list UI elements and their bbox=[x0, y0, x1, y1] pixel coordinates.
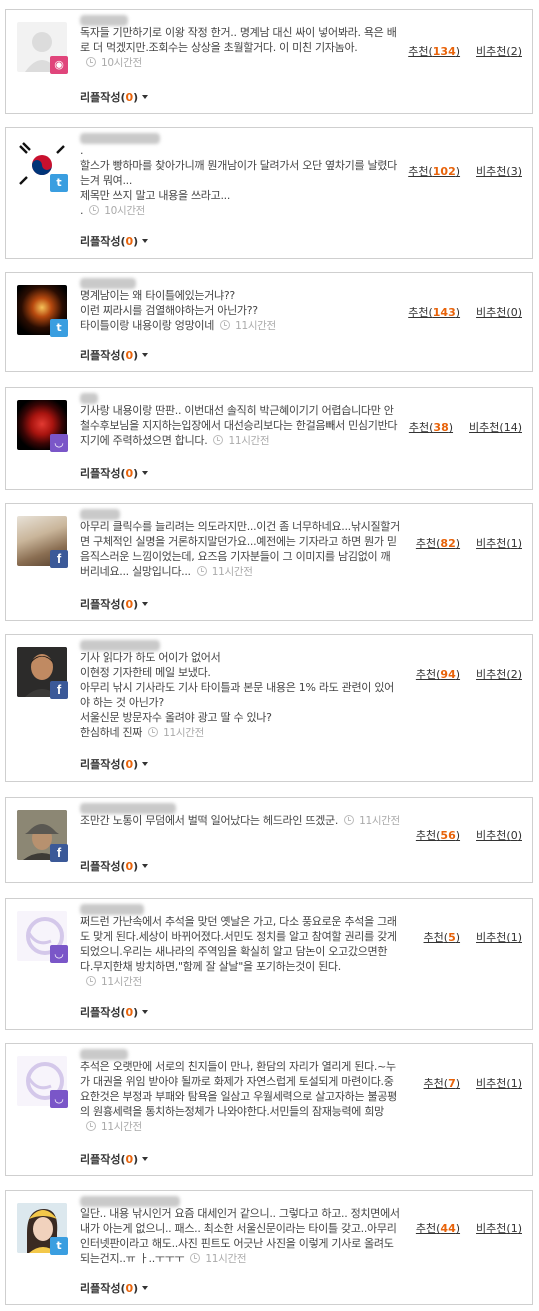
not-recommend-button[interactable]: 비추천(1) bbox=[476, 537, 522, 550]
clock-icon bbox=[86, 976, 96, 986]
reply-write-button[interactable]: 리플작성(0) bbox=[80, 89, 149, 105]
comment-time: 11시간전 bbox=[190, 1253, 247, 1265]
recommend-button[interactable]: 추천(134) bbox=[408, 45, 460, 58]
not-recommend-button[interactable]: 비추천(1) bbox=[476, 1077, 522, 1090]
vote-area: 추천(102) 비추천(3) bbox=[408, 163, 522, 179]
caret-down-icon bbox=[142, 864, 149, 868]
comment-text: 기사 읽다가 하도 어이가 없어서 이현정 기자한테 메일 보냈다. 아무리 낚… bbox=[80, 651, 394, 739]
reply-write-button[interactable]: 리플작성(0) bbox=[80, 596, 149, 612]
comment-time: 11시간전 bbox=[213, 435, 270, 447]
recommend-button[interactable]: 추천(56) bbox=[416, 829, 460, 842]
comment-time: 11시간전 bbox=[344, 815, 400, 827]
not-recommend-button[interactable]: 비추천(14) bbox=[469, 421, 522, 434]
vote-area: 추천(56) 비추천(0) bbox=[416, 827, 522, 843]
comment-text: 조만간 노통이 무덤에서 벌떡 일어났다는 헤드라인 뜨겠군. bbox=[80, 814, 339, 827]
kakao-icon: ◡ bbox=[50, 945, 68, 963]
reply-write-button[interactable]: 리플작성(0) bbox=[80, 858, 149, 874]
vote-area: 추천(38) 비추천(14) bbox=[409, 419, 522, 435]
recommend-button[interactable]: 추천(44) bbox=[416, 1222, 460, 1235]
recommend-button[interactable]: 추천(82) bbox=[416, 537, 460, 550]
comment-card: t 명계남이는 왜 타이틀에있는거냐?? 이런 찌라시를 검열해야하는거 아닌가… bbox=[5, 272, 533, 372]
comment-card: f 아무리 클릭수를 늘리려는 의도라지만...이건 좀 너무하네요...낚시질… bbox=[5, 503, 533, 621]
reply-write-button[interactable]: 리플작성(0) bbox=[80, 465, 149, 481]
not-recommend-button[interactable]: 비추천(1) bbox=[476, 931, 522, 944]
comment-card: t 일단.. 내용 낚시인거 요즘 대세인거 같으니.. 그렇다고 하고.. 정… bbox=[5, 1190, 533, 1305]
caret-down-icon bbox=[142, 1010, 149, 1014]
facebook-icon: f bbox=[50, 844, 68, 862]
comment-time: 10시간전 bbox=[89, 205, 145, 217]
comment-card: ◉ 독자들 기만하기로 이왕 작정 한거.. 명계남 대신 싸이 넣어봐라. 욕… bbox=[5, 9, 533, 114]
vote-area: 추천(44) 비추천(1) bbox=[416, 1220, 522, 1236]
reply-write-button[interactable]: 리플작성(0) bbox=[80, 233, 149, 249]
not-recommend-button[interactable]: 비추천(0) bbox=[476, 829, 522, 842]
reply-write-button[interactable]: 리플작성(0) bbox=[80, 1151, 149, 1167]
comment-card: t . 할스가 빵하마를 찾아가니깨 뭔개남이가 달려가서 오단 옆차기를 날렸… bbox=[5, 127, 533, 259]
not-recommend-button[interactable]: 비추천(2) bbox=[476, 45, 522, 58]
clock-icon bbox=[86, 57, 96, 67]
reply-write-button[interactable]: 리플작성(0) bbox=[80, 1280, 149, 1296]
comment-time: 11시간전 bbox=[86, 976, 142, 988]
comment-text: 독자들 기만하기로 이왕 작정 한거.. 명계남 대신 싸이 넣어봐라. 욕은 … bbox=[80, 26, 397, 54]
recommend-button[interactable]: 추천(102) bbox=[408, 165, 460, 178]
vote-area: 추천(94) 비추천(2) bbox=[416, 666, 522, 682]
caret-down-icon bbox=[142, 95, 149, 99]
reply-write-button[interactable]: 리플작성(0) bbox=[80, 1004, 149, 1020]
twitter-icon: t bbox=[50, 1237, 68, 1255]
clock-icon bbox=[344, 815, 355, 825]
comment-text: 추석은 오랫만에 서로의 친지들이 만나, 환담의 자리가 열리게 된다.~누가… bbox=[80, 1060, 397, 1118]
comment-card: f 조만간 노통이 무덤에서 벌떡 일어났다는 헤드라인 뜨겠군. 11시간전 리… bbox=[5, 797, 533, 883]
reply-write-button[interactable]: 리플작성(0) bbox=[80, 347, 149, 363]
comment-card: ◡ 기사랑 내용이랑 딴판.. 이번대선 솔직히 박근혜이기기 어렵습니다만 안… bbox=[5, 387, 533, 490]
reply-write-button[interactable]: 리플작성(0) bbox=[80, 756, 149, 772]
recommend-button[interactable]: 추천(143) bbox=[408, 306, 460, 319]
facebook-icon: f bbox=[50, 681, 68, 699]
clock-icon bbox=[196, 566, 207, 576]
nate-icon: ◉ bbox=[50, 56, 68, 74]
recommend-button[interactable]: 추천(5) bbox=[424, 931, 461, 944]
clock-icon bbox=[220, 320, 231, 330]
not-recommend-button[interactable]: 비추천(2) bbox=[476, 668, 522, 681]
caret-down-icon bbox=[142, 602, 149, 606]
vote-area: 추천(143) 비추천(0) bbox=[408, 304, 522, 320]
caret-down-icon bbox=[142, 239, 149, 243]
recommend-button[interactable]: 추천(94) bbox=[416, 668, 460, 681]
not-recommend-button[interactable]: 비추천(1) bbox=[476, 1222, 522, 1235]
vote-area: 추천(82) 비추천(1) bbox=[416, 535, 522, 551]
caret-down-icon bbox=[142, 1157, 149, 1161]
comment-card: ◡ 쩌드런 가난속에서 추석을 맞던 옛날은 가고, 다소 풍요로운 추석을 그… bbox=[5, 898, 533, 1030]
comment-card: ◡ 추석은 오랫만에 서로의 친지들이 만나, 환담의 자리가 열리게 된다.~… bbox=[5, 1043, 533, 1176]
kakao-icon: ◡ bbox=[50, 434, 68, 452]
comment-time: 11시간전 bbox=[196, 566, 253, 578]
facebook-icon: f bbox=[50, 550, 68, 568]
vote-area: 추천(5) 비추천(1) bbox=[424, 929, 522, 945]
twitter-icon: t bbox=[50, 319, 68, 337]
caret-down-icon bbox=[142, 353, 149, 357]
caret-down-icon bbox=[142, 471, 149, 475]
not-recommend-button[interactable]: 비추천(0) bbox=[476, 306, 522, 319]
vote-area: 추천(134) 비추천(2) bbox=[408, 43, 522, 59]
caret-down-icon bbox=[142, 762, 149, 766]
caret-down-icon bbox=[142, 1286, 149, 1290]
clock-icon bbox=[86, 1121, 96, 1131]
recommend-button[interactable]: 추천(7) bbox=[424, 1077, 461, 1090]
clock-icon bbox=[190, 1253, 201, 1263]
clock-icon bbox=[213, 435, 224, 445]
comment-card: f 기사 읽다가 하도 어이가 없어서 이현정 기자한테 메일 보냈다. 아무리… bbox=[5, 634, 533, 782]
comment-time: 11시간전 bbox=[220, 320, 276, 332]
comment-time: 11시간전 bbox=[86, 1121, 142, 1133]
not-recommend-button[interactable]: 비추천(3) bbox=[476, 165, 522, 178]
clock-icon bbox=[89, 205, 100, 215]
clock-icon bbox=[148, 727, 159, 737]
comment-time: 10시간전 bbox=[86, 57, 142, 69]
recommend-button[interactable]: 추천(38) bbox=[409, 421, 453, 434]
comment-time: 11시간전 bbox=[148, 727, 204, 739]
kakao-icon: ◡ bbox=[50, 1090, 68, 1108]
comment-text: 쩌드런 가난속에서 추석을 맞던 옛날은 가고, 다소 풍요로운 추석을 그래도… bbox=[80, 915, 397, 973]
vote-area: 추천(7) 비추천(1) bbox=[424, 1075, 522, 1091]
twitter-icon: t bbox=[50, 174, 68, 192]
